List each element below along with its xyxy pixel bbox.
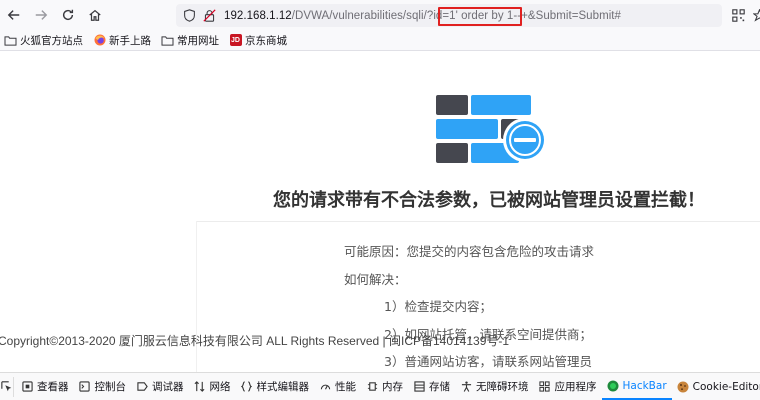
forward-button[interactable]	[28, 2, 54, 28]
performance-icon	[319, 381, 331, 393]
bookmark-label: 新手上路	[109, 34, 151, 47]
tab-memory[interactable]: 内存	[361, 374, 408, 400]
jd-icon: JD	[229, 34, 242, 46]
tab-console[interactable]: 控制台	[74, 374, 132, 400]
network-icon	[194, 381, 206, 393]
blocked-firewall-icon	[436, 95, 547, 163]
element-picker-button[interactable]	[1, 376, 14, 397]
home-icon	[89, 9, 101, 21]
how-to-label: 如何解决：	[344, 272, 407, 287]
reload-button[interactable]	[55, 2, 81, 28]
inspector-icon	[21, 381, 33, 393]
console-icon	[79, 381, 91, 393]
bookmarks-bar: 火狐官方站点 新手上路 常用网址 JD 京东商城	[0, 30, 760, 51]
tab-performance[interactable]: 性能	[314, 374, 361, 400]
bookmark-firefox-official[interactable]: 火狐官方站点	[4, 33, 83, 48]
devtools-tab-bar: 查看器 控制台 调试器 网络 样式编辑器 性能 内存 存储 无障碍环境 应用程序…	[0, 372, 760, 400]
folder-icon	[4, 34, 17, 46]
element-picker-icon	[1, 380, 12, 391]
step-1: 1）检查提交内容；	[384, 299, 492, 314]
bookmark-jd-mall[interactable]: JD 京东商城	[229, 33, 287, 48]
tab-network[interactable]: 网络	[189, 374, 236, 400]
qr-code-icon	[731, 8, 745, 22]
tab-storage[interactable]: 存储	[408, 374, 455, 400]
bookmark-common-sites[interactable]: 常用网址	[161, 33, 219, 48]
qr-code-button[interactable]	[729, 6, 747, 24]
star-icon	[752, 8, 760, 22]
accessibility-icon	[460, 381, 472, 393]
bookmark-label: 火狐官方站点	[20, 34, 83, 47]
browser-toolbar: 192.168.1.12/DVWA/vulnerabilities/sqli/?…	[0, 0, 760, 30]
memory-icon	[366, 381, 378, 393]
url-host: 192.168.1.12	[224, 9, 292, 22]
star-bookmark-button[interactable]	[750, 6, 760, 24]
block-heading: 您的请求带有不合法参数，已被网站管理员设置拦截！	[273, 190, 705, 211]
back-arrow-icon	[7, 10, 20, 20]
copyright-footer: Copyright©2013-2020 厦门服云信息科技有限公司 ALL Rig…	[0, 334, 510, 348]
home-button[interactable]	[82, 2, 108, 28]
application-icon	[539, 381, 551, 393]
divider	[196, 221, 760, 222]
back-button[interactable]	[1, 2, 27, 28]
forward-arrow-icon	[35, 10, 48, 20]
debugger-icon	[136, 381, 148, 393]
folder-icon	[161, 34, 174, 46]
storage-icon	[413, 381, 425, 393]
injection-highlight-box	[438, 7, 522, 26]
tab-application[interactable]: 应用程序	[534, 374, 602, 400]
block-page: 您的请求带有不合法参数，已被网站管理员设置拦截！ 可能原因：您提交的内容包含危险…	[0, 52, 760, 372]
tab-debugger[interactable]: 调试器	[131, 374, 189, 400]
bookmark-label: 京东商城	[245, 34, 287, 47]
bookmark-label: 常用网址	[177, 34, 219, 47]
tab-style-editor[interactable]: 样式编辑器	[236, 374, 315, 400]
reload-icon	[62, 9, 74, 21]
shield-icon[interactable]	[182, 9, 196, 23]
tab-hackbar[interactable]: HackBar	[601, 374, 672, 400]
style-editor-icon	[241, 381, 253, 393]
url-bar[interactable]: 192.168.1.12/DVWA/vulnerabilities/sqli/?…	[176, 4, 722, 27]
tab-cookie-editor[interactable]: Cookie-Editor	[672, 374, 760, 400]
cookie-icon	[677, 381, 689, 393]
reason-text: 可能原因：您提交的内容包含危险的攻击请求	[344, 244, 595, 259]
tab-accessibility[interactable]: 无障碍环境	[455, 374, 534, 400]
step-3: 3）普通网站访客，请联系网站管理员	[384, 354, 592, 369]
bookmark-getting-started[interactable]: 新手上路	[93, 33, 151, 48]
hackbar-icon	[607, 380, 619, 392]
divider	[196, 221, 197, 372]
url-text[interactable]: 192.168.1.12/DVWA/vulnerabilities/sqli/?…	[224, 10, 621, 22]
firefox-icon	[93, 34, 106, 46]
tab-inspector[interactable]: 查看器	[16, 374, 74, 400]
insecure-lock-icon[interactable]	[202, 9, 216, 23]
